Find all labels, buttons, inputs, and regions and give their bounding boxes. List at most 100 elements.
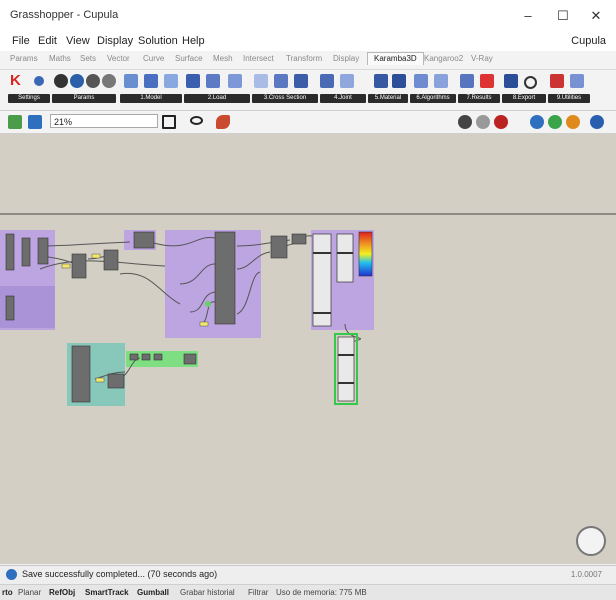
component [183,353,197,365]
document-name: Cupula [571,35,606,47]
slider [199,321,209,327]
component [37,237,49,265]
section-selector-icon[interactable] [294,74,308,88]
open-file-icon[interactable] [8,115,22,129]
beam-view-icon[interactable] [480,74,494,88]
menu-help[interactable]: Help [182,35,205,47]
material-select-icon[interactable] [392,74,406,88]
component-tab-bar: Params Maths Sets Vector Curve Surface M… [0,51,616,70]
tab-maths[interactable]: Maths [49,54,71,63]
gumball-toggle[interactable]: Gumball [137,588,169,597]
title-bar: Grasshopper - Cupula – ☐ ✕ [0,0,616,31]
export-settings-icon[interactable] [524,76,537,89]
analyze-icon[interactable] [414,74,428,88]
param-load-icon[interactable] [102,74,116,88]
cross-section-icon[interactable] [228,74,242,88]
param-element-icon[interactable] [70,74,84,88]
component [5,295,15,321]
line-to-beam-icon[interactable] [144,74,158,88]
component [141,353,151,361]
grasshopper-canvas[interactable] [0,134,616,564]
utility-icon[interactable] [550,74,564,88]
component [129,353,139,361]
group-model[interactable]: 1.Model [120,94,182,103]
menu-file[interactable]: File [12,35,30,47]
tab-display[interactable]: Display [333,54,359,63]
group-results[interactable]: 7.Results [458,94,500,103]
license-icon[interactable] [34,76,44,86]
zoom-extents-icon[interactable] [162,115,176,129]
group-load[interactable]: 2.Load [184,94,250,103]
group-export[interactable]: 8.Export [502,94,546,103]
param-model-icon[interactable] [86,74,100,88]
group-utilities[interactable]: 9.Utilities [548,94,590,103]
canvas-navigation-icon[interactable] [576,526,606,556]
paint-brush-icon[interactable] [216,115,230,129]
material-icon[interactable] [374,74,388,88]
tab-kangaroo2[interactable]: Kangaroo2 [424,54,463,63]
tab-params[interactable]: Params [10,54,38,63]
preview-eye-icon[interactable] [190,116,203,125]
preview-off-icon[interactable] [494,115,508,129]
window-title: Grasshopper - Cupula [10,9,119,21]
panel [336,233,354,283]
save-file-icon[interactable] [28,115,42,129]
group-cross-section[interactable]: 3.Cross Section [252,94,318,103]
model-view-icon[interactable] [460,74,474,88]
tab-vector[interactable]: Vector [107,54,130,63]
export-icon[interactable] [504,74,518,88]
preview-wire-icon[interactable] [476,115,490,129]
filter-toggle[interactable]: Filtrar [248,588,268,597]
tab-mesh[interactable]: Mesh [213,54,233,63]
menu-edit[interactable]: Edit [38,35,57,47]
slider [61,263,71,269]
menu-view[interactable]: View [66,35,90,47]
version-label: 1.0.0007 [570,570,602,579]
support-icon[interactable] [206,74,220,88]
group-algorithms[interactable]: 6.Algorithms [410,94,456,103]
sphere-green-icon[interactable] [548,115,562,129]
tab-surface[interactable]: Surface [175,54,203,63]
status-info-icon [6,569,17,580]
disassemble-icon[interactable] [254,74,268,88]
minimize-button[interactable]: – [512,6,544,26]
tab-karamba3d[interactable]: Karamba3D [367,52,424,65]
group-params[interactable]: Params [52,94,116,103]
component-ribbon: K Settings Params 1.Model 2.Load 3.Cross… [0,70,616,111]
osnap-toggle[interactable]: rto [2,588,13,597]
utility-curve-icon[interactable] [570,74,584,88]
mesh-to-shell-icon[interactable] [164,74,178,88]
smarttrack-toggle[interactable]: SmartTrack [85,588,129,597]
group-settings[interactable]: Settings [8,94,50,103]
close-button[interactable]: ✕ [580,6,612,26]
karamba-logo-icon[interactable]: K [10,73,22,88]
optimize-icon[interactable] [434,74,448,88]
component [71,345,91,403]
refobj-toggle[interactable]: RefObj [49,588,75,597]
record-history-toggle[interactable]: Grabar historial [180,588,235,597]
menu-solution[interactable]: Solution [138,35,178,47]
beam-joint-icon[interactable] [320,74,334,88]
sphere-options-icon[interactable] [590,115,604,129]
component [5,233,15,271]
sphere-orange-icon[interactable] [566,115,580,129]
preview-shaded-icon[interactable] [458,115,472,129]
sphere-blue-icon[interactable] [530,115,544,129]
section-range-icon[interactable] [274,74,288,88]
maximize-button[interactable]: ☐ [547,6,579,26]
zoom-selector[interactable]: 21% [50,114,158,128]
tab-transform[interactable]: Transform [286,54,322,63]
tab-curve[interactable]: Curve [143,54,164,63]
group-center [165,230,261,338]
load-icon[interactable] [186,74,200,88]
group-material[interactable]: 5.Material [368,94,408,103]
joint-agent-icon[interactable] [340,74,354,88]
group-joint[interactable]: 4.Joint [320,94,366,103]
menu-display[interactable]: Display [97,35,133,47]
assemble-model-icon[interactable] [124,74,138,88]
tab-vray[interactable]: V-Ray [471,54,493,63]
tab-intersect[interactable]: Intersect [243,54,274,63]
tab-sets[interactable]: Sets [80,54,96,63]
planar-toggle[interactable]: Planar [18,588,41,597]
param-sphere-icon[interactable] [54,74,68,88]
